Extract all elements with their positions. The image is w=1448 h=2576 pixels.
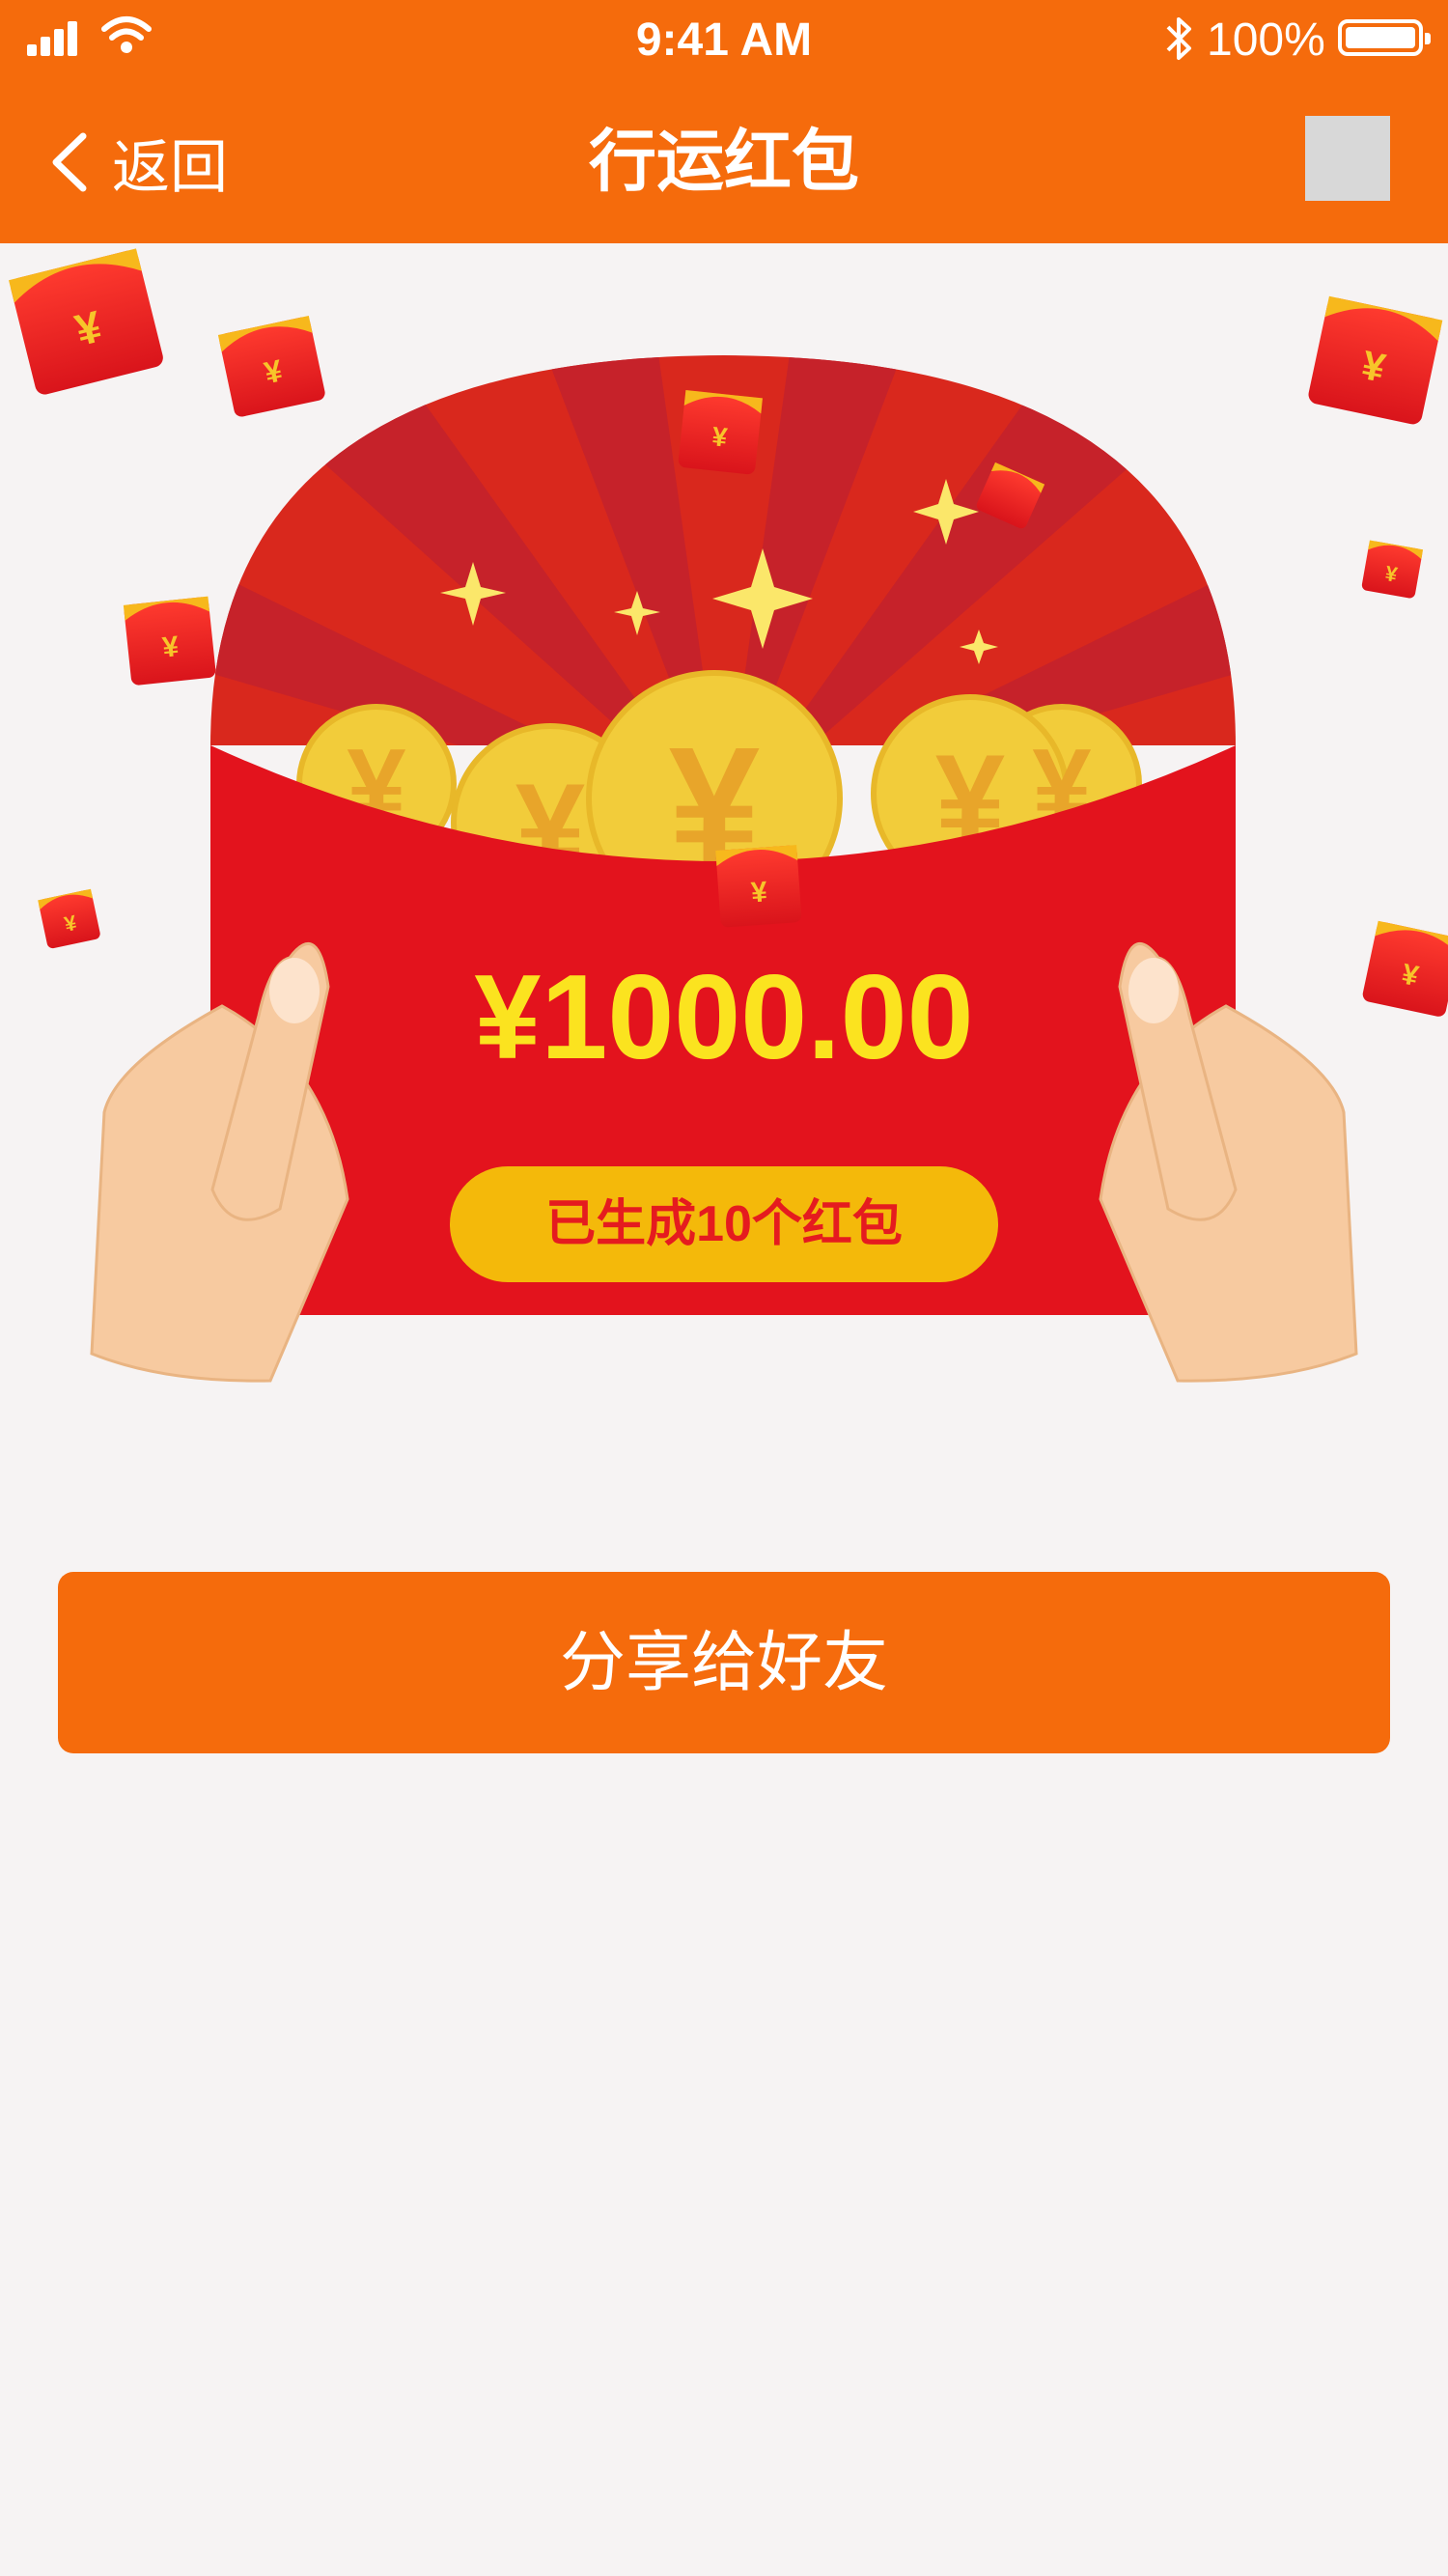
- page-title: 行运红包: [589, 124, 859, 199]
- navigation-bar: 返回 行运红包: [0, 81, 1448, 243]
- nav-action-button[interactable]: [1305, 116, 1390, 201]
- envelope-amount: ¥1000.00: [474, 951, 974, 1084]
- envelope-yuan-symbol: ¥: [750, 876, 768, 909]
- battery-percentage: 100%: [1207, 14, 1325, 66]
- battery-icon: [1338, 19, 1431, 56]
- bluetooth-icon: [1166, 17, 1191, 60]
- share-to-friends-button[interactable]: 分享给好友: [58, 1572, 1390, 1753]
- status-bar: 9:41 AM 100%: [0, 0, 1448, 81]
- generated-count-badge: 已生成10个红包: [450, 1166, 998, 1282]
